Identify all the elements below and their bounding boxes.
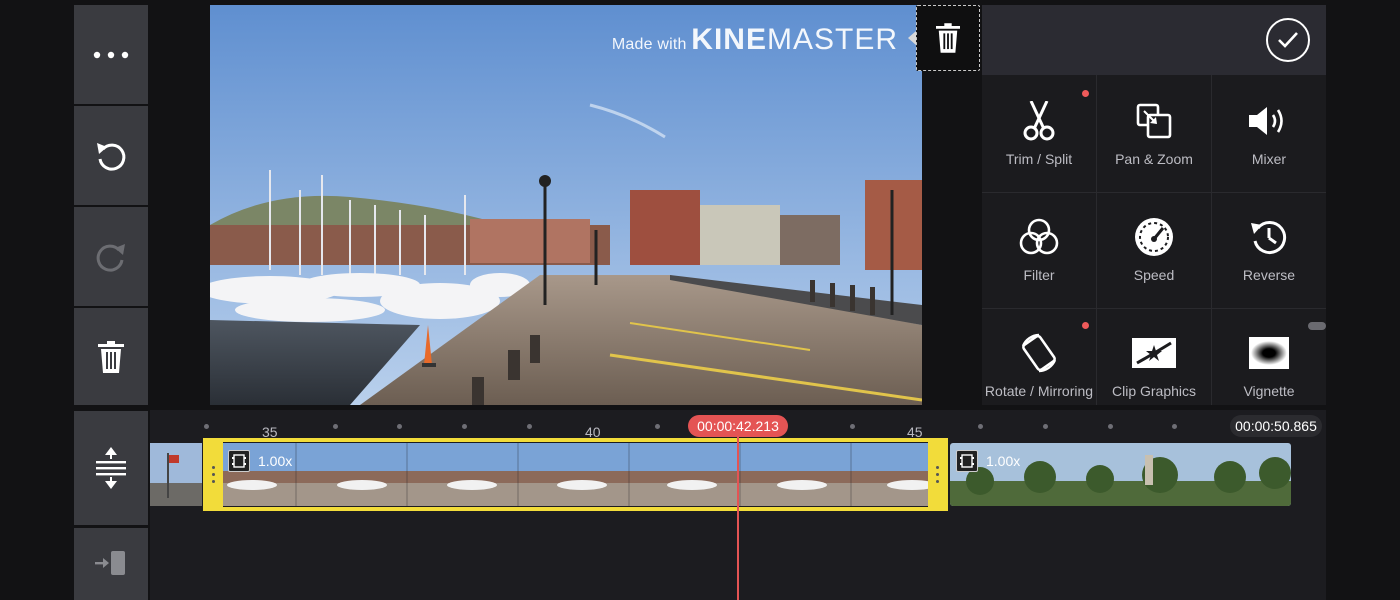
ruler-dot	[850, 424, 855, 429]
previous-clip[interactable]	[150, 443, 202, 506]
panel-header	[982, 5, 1326, 75]
watermark: Made with KINEMASTER	[612, 23, 898, 57]
ruler-dot	[397, 424, 402, 429]
more-horizontal-icon	[93, 51, 129, 58]
current-time[interactable]: 00:00:42.213	[688, 415, 788, 437]
ruler-dot	[978, 424, 983, 429]
new-indicator-dot	[1082, 322, 1089, 329]
tool-label: Mixer	[1251, 151, 1287, 167]
clip-tools-panel: Trim / Split Pan & Zoom Mixer Filter Spe…	[982, 5, 1326, 405]
clip-speed-badge: 1.00x	[956, 450, 1020, 472]
clip-graphics-tool[interactable]: Clip Graphics	[1097, 309, 1211, 423]
reverse-icon	[1249, 217, 1289, 257]
more-button[interactable]	[74, 5, 148, 104]
tool-label: Speed	[1133, 267, 1175, 283]
ruler-dot	[1172, 424, 1177, 429]
playhead-line[interactable]	[737, 436, 739, 600]
filter-tool[interactable]: Filter	[982, 193, 1096, 307]
expand-timeline-button[interactable]	[74, 411, 148, 525]
trash-icon	[98, 340, 124, 373]
confirm-button[interactable]	[1266, 18, 1310, 62]
tool-label: Vignette	[1243, 383, 1295, 399]
scroll-indicator[interactable]	[1308, 322, 1326, 330]
ruler-dot	[462, 424, 467, 429]
speaker-icon	[1247, 101, 1291, 141]
new-indicator-dot	[1082, 90, 1089, 97]
redo-button[interactable]	[74, 207, 148, 306]
watermark-brand-light: MASTER	[766, 23, 898, 56]
trash-icon	[936, 23, 960, 53]
trim-handle-right[interactable]	[928, 438, 948, 511]
rotate-icon	[1017, 333, 1061, 373]
clip-speed-label: 1.00x	[986, 453, 1021, 469]
tool-label: Reverse	[1242, 267, 1296, 283]
film-icon	[956, 450, 978, 472]
tool-label: Clip Graphics	[1111, 383, 1197, 399]
tool-label: Pan & Zoom	[1115, 151, 1193, 167]
speed-tool[interactable]: Speed	[1097, 193, 1211, 307]
delete-button[interactable]	[74, 308, 148, 405]
speedometer-icon	[1134, 217, 1174, 257]
checkmark-icon	[1278, 32, 1298, 48]
undo-button[interactable]	[74, 106, 148, 205]
tool-label: Trim / Split	[1005, 151, 1073, 167]
vignette-icon	[1248, 333, 1290, 373]
watermark-prefix: Made with	[611, 36, 687, 53]
reverse-tool[interactable]: Reverse	[1212, 193, 1326, 307]
ruler-dot	[204, 424, 209, 429]
expand-vertical-icon	[96, 447, 126, 489]
pan-zoom-icon	[1136, 101, 1172, 141]
film-icon	[228, 450, 250, 472]
clip-speed-label: 1.00x	[258, 453, 293, 469]
undo-icon	[97, 142, 126, 171]
ruler-dot	[333, 424, 338, 429]
ruler-dot	[1108, 424, 1113, 429]
tool-label: Rotate / Mirroring	[984, 383, 1094, 399]
rotate-mirroring-tool[interactable]: Rotate / Mirroring	[982, 309, 1096, 423]
watermark-brand-bold: KINE	[691, 23, 767, 56]
trim-split-tool[interactable]: Trim / Split	[982, 77, 1096, 191]
ruler-dot	[655, 424, 660, 429]
ruler-dot	[1043, 424, 1048, 429]
preview-frame-image	[210, 5, 922, 405]
filter-icon	[1018, 217, 1060, 257]
trim-handle-left[interactable]	[203, 438, 223, 511]
ruler-dot	[527, 424, 532, 429]
delete-pointer	[908, 31, 916, 45]
clip-speed-badge: 1.00x	[228, 450, 292, 472]
exit-icon	[95, 551, 125, 575]
selected-clip-frame[interactable]	[203, 438, 948, 511]
total-duration: 00:00:50.865	[1230, 415, 1322, 437]
scissors-icon	[1022, 101, 1056, 141]
floating-delete-button[interactable]	[916, 5, 980, 71]
pan-zoom-tool[interactable]: Pan & Zoom	[1097, 77, 1211, 191]
video-preview[interactable]: Made with KINEMASTER	[210, 5, 922, 405]
redo-icon	[96, 243, 125, 272]
exit-button[interactable]	[74, 528, 148, 600]
tool-label: Filter	[1023, 267, 1055, 283]
mixer-tool[interactable]: Mixer	[1212, 77, 1326, 191]
clip-graphics-icon	[1131, 333, 1177, 373]
